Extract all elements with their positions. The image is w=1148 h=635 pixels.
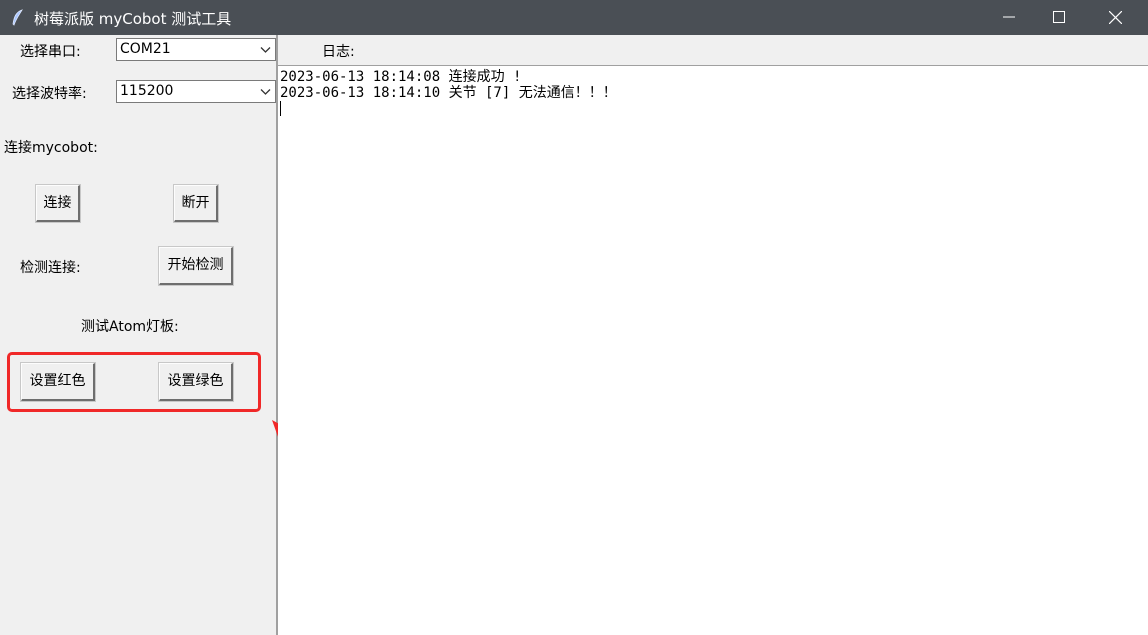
chevron-down-icon xyxy=(260,89,271,95)
log-textarea[interactable]: 2023-06-13 18:14:08 连接成功 ! 2023-06-13 18… xyxy=(278,65,1148,635)
port-label: 选择串口: xyxy=(20,44,81,60)
atom-section-label: 测试Atom灯板: xyxy=(81,319,179,335)
close-icon xyxy=(1109,11,1122,24)
log-line: 2023-06-13 18:14:08 连接成功 ! xyxy=(280,69,522,85)
disconnect-button[interactable]: 断开 xyxy=(174,185,218,222)
port-select[interactable]: COM21 xyxy=(116,38,276,61)
log-line: 2023-06-13 18:14:10 关节 [7] 无法通信！！！ xyxy=(280,85,617,101)
title-bar: 树莓派版 myCobot 测试工具 xyxy=(0,0,1148,35)
port-select-value: COM21 xyxy=(120,41,171,57)
minimize-icon xyxy=(1003,16,1015,18)
maximize-icon xyxy=(1053,11,1065,23)
connect-button[interactable]: 连接 xyxy=(36,185,80,222)
connect-section-label: 连接mycobot: xyxy=(4,140,98,156)
minimize-button[interactable] xyxy=(984,0,1034,35)
baud-label: 选择波特率: xyxy=(12,86,87,102)
maximize-button[interactable] xyxy=(1034,0,1084,35)
window-title: 树莓派版 myCobot 测试工具 xyxy=(34,10,232,28)
chevron-down-icon xyxy=(260,47,271,53)
log-title: 日志: xyxy=(322,44,355,60)
feather-app-icon xyxy=(12,9,23,26)
text-caret xyxy=(280,101,281,116)
baud-select[interactable]: 115200 xyxy=(116,80,276,103)
log-header: 日志: xyxy=(278,35,1148,65)
baud-select-value: 115200 xyxy=(120,83,174,99)
check-label: 检测连接: xyxy=(20,260,81,276)
start-check-button[interactable]: 开始检测 xyxy=(159,247,233,285)
close-button[interactable] xyxy=(1090,0,1140,35)
annotation-highlight-box xyxy=(7,352,261,412)
